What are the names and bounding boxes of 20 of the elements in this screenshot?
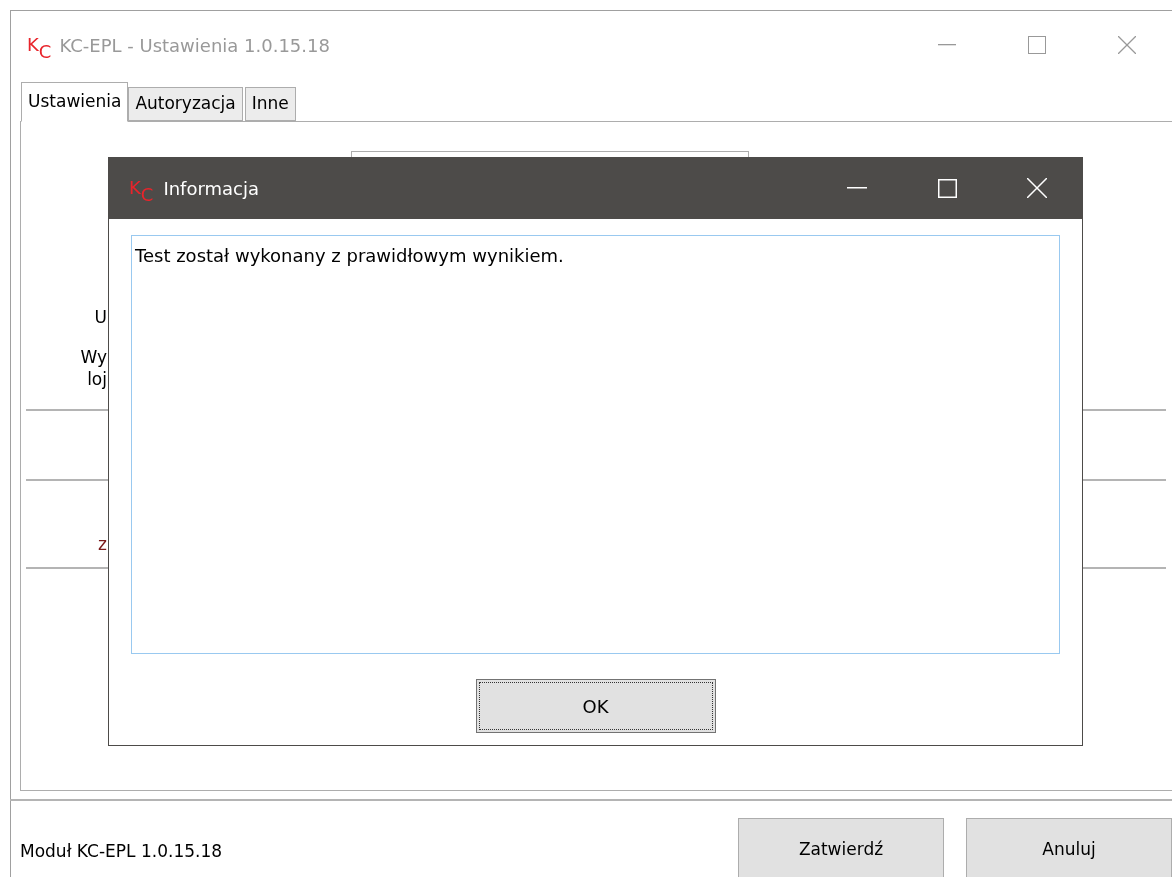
window-title: KC-EPL - Ustawienia 1.0.15.18 xyxy=(59,33,330,58)
maximize-icon xyxy=(937,178,957,198)
tab[interactable]: Ustawienia xyxy=(21,82,129,122)
minimize-icon xyxy=(847,187,867,189)
close-icon xyxy=(1027,178,1047,198)
cancel-button[interactable]: Anuluj xyxy=(966,818,1172,877)
tab[interactable]: Autoryzacja xyxy=(128,87,243,121)
form-label: Wy xyxy=(79,346,107,369)
minimize-icon xyxy=(938,44,956,46)
ok-button[interactable]: OK xyxy=(475,679,716,733)
status-text: Moduł KC-EPL 1.0.15.18 xyxy=(20,840,223,863)
confirm-button[interactable]: Zatwierdź xyxy=(738,818,944,877)
form-label: U xyxy=(93,306,107,329)
tab[interactable]: Inne xyxy=(244,87,296,121)
form-label: z xyxy=(97,533,107,556)
maximize-icon xyxy=(1028,36,1046,54)
dialog-title: Informacja xyxy=(163,176,260,201)
form-label: loj xyxy=(86,368,107,391)
close-icon xyxy=(1118,36,1136,54)
message-text: Test został wykonany z prawidłowym wynikiem. xyxy=(131,235,1060,654)
